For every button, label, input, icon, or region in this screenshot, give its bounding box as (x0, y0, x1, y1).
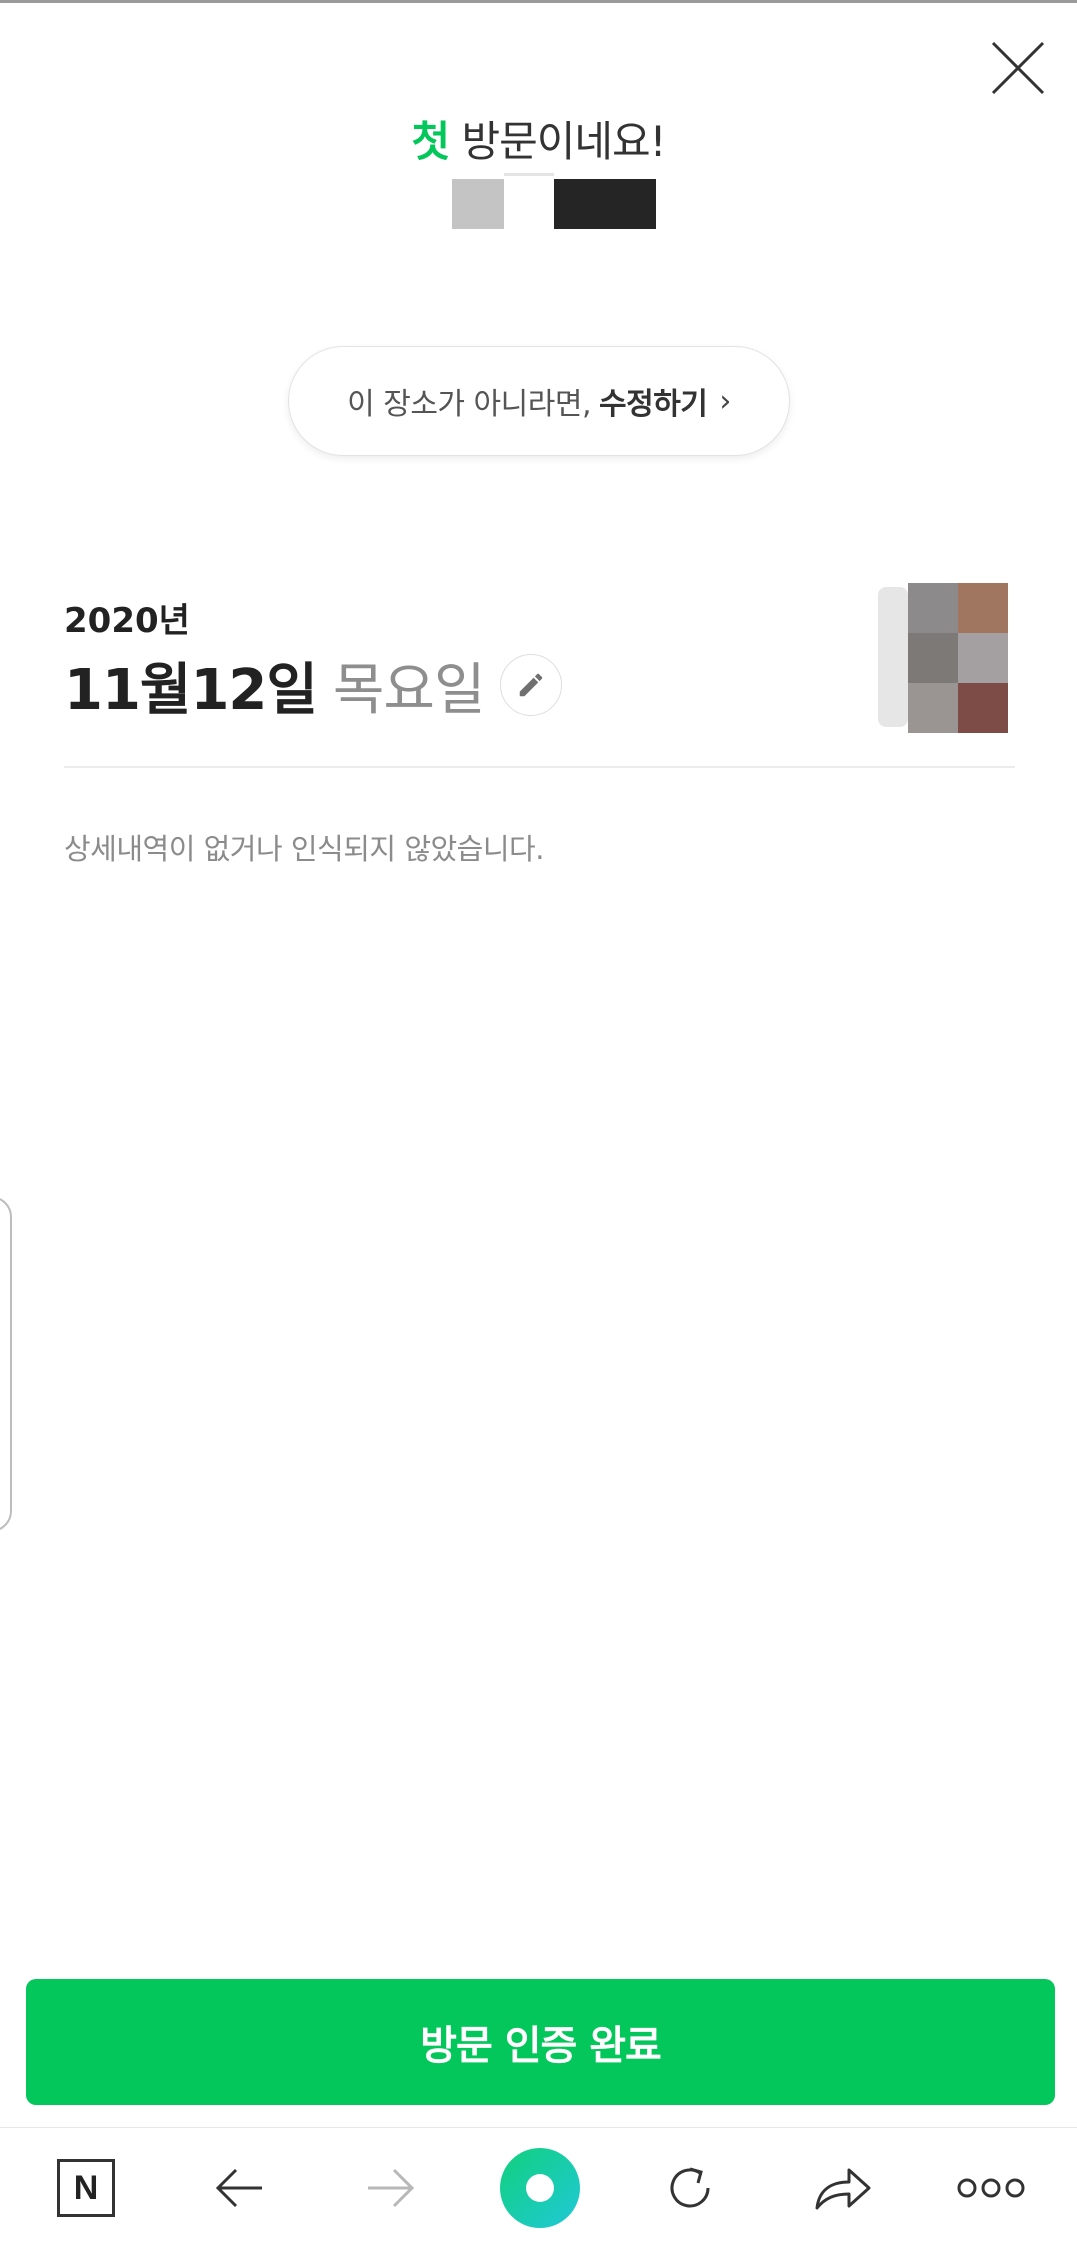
pixelated-cell (958, 683, 1008, 733)
receipt-paper (878, 587, 908, 727)
pencil-icon (520, 673, 543, 697)
more-icon (957, 2178, 1025, 2198)
back-arrow-icon (215, 2168, 262, 2208)
more-button[interactable] (946, 2128, 1036, 2248)
green-dot-icon (500, 2148, 580, 2228)
back-button[interactable] (195, 2128, 285, 2248)
pixelated-cell (958, 583, 1008, 633)
side-panel-handle[interactable] (0, 1196, 12, 1532)
forward-arrow-icon (368, 2168, 415, 2208)
refresh-button[interactable] (645, 2128, 735, 2248)
complete-verification-button[interactable]: 방문 인증 완료 (26, 1979, 1055, 2105)
share-button[interactable] (797, 2128, 887, 2248)
redaction-block (452, 179, 504, 229)
naver-home-icon: N (57, 2159, 115, 2217)
browser-toolbar: N (0, 2127, 1077, 2248)
pixelated-cell (958, 633, 1008, 683)
naver-home-button[interactable]: N (41, 2128, 131, 2248)
visit-date-row: 11월12일 목요일 (64, 645, 563, 725)
close-icon (991, 41, 1045, 95)
pixelated-cell (908, 683, 958, 733)
page-title: 첫 방문이네요! (0, 108, 1077, 169)
divider (64, 766, 1015, 768)
edit-place-button[interactable]: 이 장소가 아니라면, 수정하기 › (288, 346, 790, 456)
title-text: 방문이네요! (449, 117, 666, 166)
no-details-message: 상세내역이 없거나 인식되지 않았습니다. (64, 832, 544, 866)
forward-button[interactable] (345, 2128, 435, 2248)
chevron-right-icon: › (719, 383, 731, 419)
edit-date-button[interactable] (500, 654, 563, 716)
pixelated-cell (908, 583, 958, 633)
edit-place-prefix: 이 장소가 아니라면, (347, 387, 591, 422)
pixelated-cell (908, 633, 958, 683)
redaction-block (554, 179, 656, 229)
redaction-block (504, 173, 554, 176)
edit-place-action: 수정하기 (599, 387, 708, 422)
place-name-redacted (452, 173, 656, 229)
refresh-icon (670, 2167, 710, 2208)
visit-year: 2020년 (64, 601, 190, 641)
title-accent: 첫 (411, 117, 450, 166)
green-dot-button[interactable] (495, 2128, 585, 2248)
receipt-thumbnail[interactable] (878, 583, 1010, 733)
visit-weekday: 목요일 (332, 657, 486, 723)
share-icon (815, 2168, 871, 2210)
visit-date: 11월12일 (64, 657, 318, 723)
close-button[interactable] (985, 35, 1051, 101)
top-border (0, 0, 1077, 3)
